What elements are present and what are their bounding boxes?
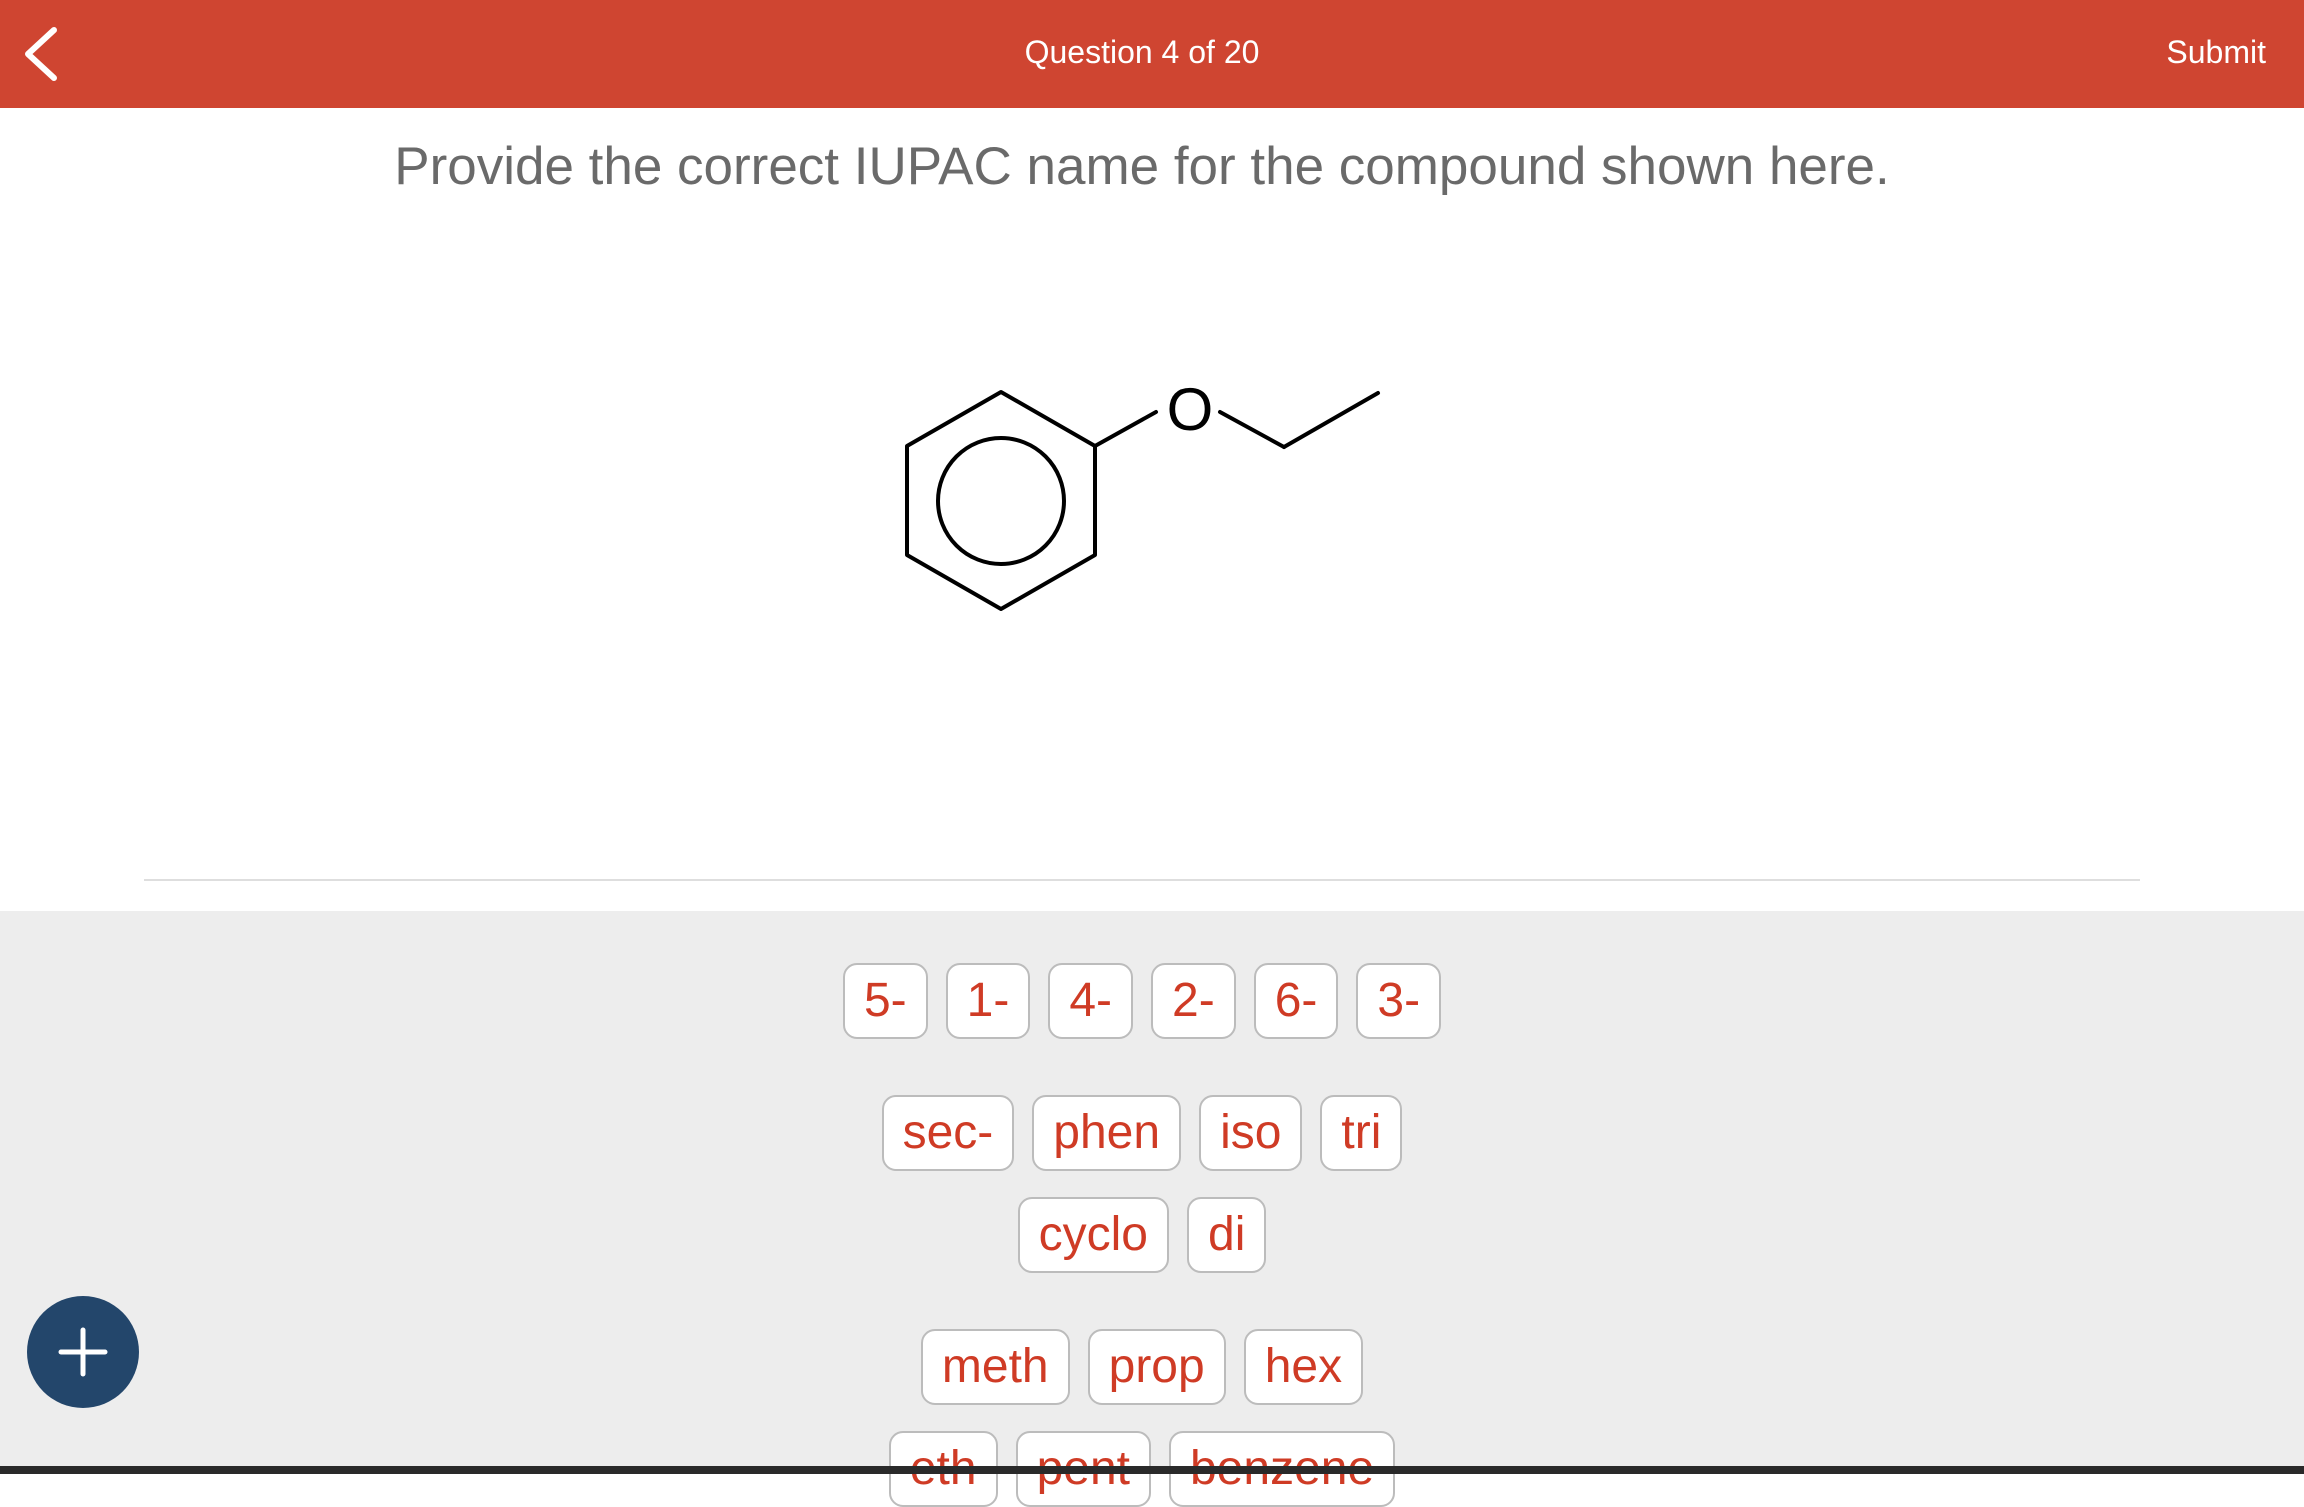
tile-sec[interactable]: sec-: [881, 1095, 1015, 1171]
tile-locant-2[interactable]: 2-: [1151, 963, 1236, 1039]
tile-locant-6[interactable]: 6-: [1253, 963, 1339, 1039]
bond-ch2-ch3: [1282, 391, 1380, 449]
tile-iso[interactable]: iso: [1199, 1095, 1303, 1171]
ethoxybenzene-structure: O: [905, 376, 1380, 611]
bond-ring-oxygen: [1093, 410, 1158, 448]
parent-tile-row: meth prop hex: [0, 1329, 2284, 1405]
tile-locant-4[interactable]: 4-: [1048, 963, 1133, 1039]
plus-icon: [58, 1327, 108, 1377]
screen-bottom-edge: [0, 1466, 2304, 1474]
section-divider: [144, 879, 2140, 881]
tile-locant-1[interactable]: 1-: [945, 963, 1031, 1039]
tile-prop[interactable]: prop: [1087, 1329, 1226, 1405]
question-counter: Question 4 of 20: [1024, 34, 1260, 70]
aromatic-circle: [936, 436, 1066, 566]
modifier-tile-row: cyclo di: [0, 1197, 2284, 1273]
tile-phen[interactable]: phen: [1032, 1095, 1182, 1171]
tile-di[interactable]: di: [1187, 1197, 1267, 1273]
top-bar: Question 4 of 20 Submit: [0, 0, 2304, 108]
submit-button[interactable]: Submit: [2166, 32, 2266, 72]
benzene-ring: [905, 390, 1097, 611]
tile-meth[interactable]: meth: [920, 1329, 1070, 1405]
tile-hex[interactable]: hex: [1243, 1329, 1364, 1405]
locant-tile-row: 5- 1- 4- 2- 6- 3-: [0, 963, 2284, 1039]
question-prompt: Provide the correct IUPAC name for the c…: [394, 137, 1890, 196]
bond-oxygen-ch2: [1218, 410, 1286, 449]
tile-locant-5[interactable]: 5-: [842, 963, 928, 1039]
tile-locant-3[interactable]: 3-: [1356, 963, 1442, 1039]
prefix-tile-row: sec- phen iso tri: [0, 1095, 2284, 1171]
add-button[interactable]: [27, 1296, 139, 1408]
tile-tri[interactable]: tri: [1320, 1095, 1403, 1171]
oxygen-atom-label: O: [1167, 376, 1214, 443]
tile-cyclo[interactable]: cyclo: [1017, 1197, 1169, 1273]
